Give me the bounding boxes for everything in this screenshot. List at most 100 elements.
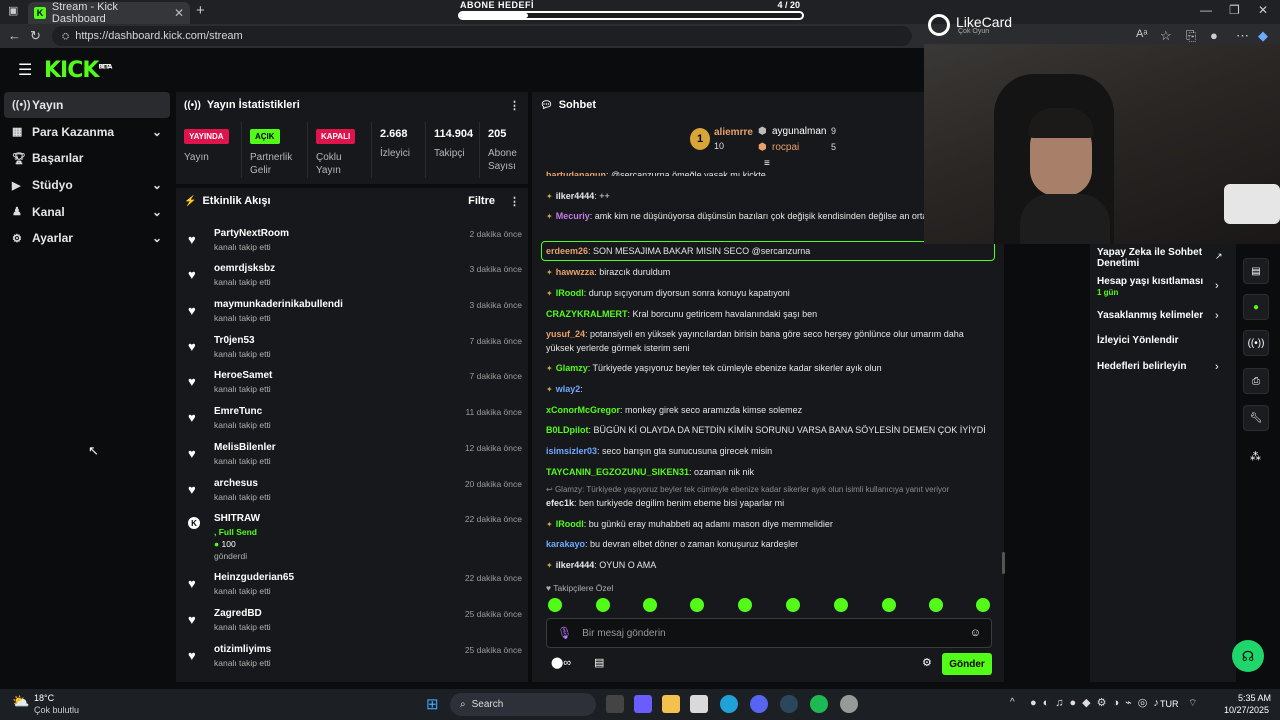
chat-message[interactable]: ✦ Mecuriy: amk kim ne düşünüyorsa düşünsü…	[546, 209, 986, 224]
chat-message[interactable]: efec1k: ben turkiyede degilim benim ebem…	[546, 496, 986, 510]
supporter-name[interactable]: rocpai	[772, 142, 799, 153]
chat-message[interactable]: ✦ lRoodl: bu günkü eray muhabbeti aq adam…	[546, 517, 986, 532]
emote-icon[interactable]	[976, 598, 990, 612]
activity-item[interactable]: ♥ MelisBilenler kanalı takip etti 12 dak…	[182, 440, 522, 474]
wrench-icon[interactable]: 🔧︎	[1243, 405, 1269, 431]
banned-words-item[interactable]: Yasaklanmış kelimeler	[1097, 310, 1203, 321]
tray-icons[interactable]: ●◐♫●◆⚙◑⌁◎♪	[1030, 696, 1165, 709]
store-icon[interactable]: ▤	[594, 656, 604, 669]
more-menu-icon[interactable]: ⋯	[1236, 28, 1249, 44]
edge-app-icon[interactable]	[720, 695, 738, 713]
url-field[interactable]: ⛭ https://dashboard.kick.com/stream	[52, 26, 912, 46]
read-aloud-icon[interactable]: Aᵃ	[1136, 28, 1147, 40]
emote-icon[interactable]	[643, 598, 657, 612]
microphone-icon[interactable]: 🎙︎	[557, 626, 572, 640]
clock-time[interactable]: 5:35 AM	[1238, 693, 1271, 703]
chat-username[interactable]: ilker4444	[556, 560, 595, 570]
new-tab-icon[interactable]: +	[196, 2, 205, 19]
sidebar-item-studyo[interactable]: ▶ Stüdyo ⌄	[4, 172, 170, 198]
more-options-icon[interactable]: ⋮	[509, 99, 520, 112]
copilot-app-icon[interactable]	[634, 695, 652, 713]
kick-coins-icon[interactable]: ⬤∞	[551, 656, 571, 669]
close-window-icon[interactable]: ✕	[1258, 3, 1268, 17]
filter-button[interactable]: Filtre	[468, 195, 495, 207]
chat-message[interactable]: B0LDpilot: BÜGÜN Kİ OLAYDA DA NETDİN KİM…	[546, 423, 986, 437]
activity-item[interactable]: ♥ PartyNextRoom kanalı takip etti 2 daki…	[182, 226, 522, 260]
site-info-icon[interactable]: ⛭	[62, 31, 69, 42]
activity-item[interactable]: ♥ otizimliyims kanalı takip etti 25 daki…	[182, 642, 522, 676]
chat-message[interactable]: bartudanagun: @sercanzurna ömeğle yasak …	[546, 168, 986, 176]
chat-message[interactable]: ✦ ilker4444: OYUN O AMA	[546, 558, 986, 573]
activity-item[interactable]: ♥ Heinzguderian65 kanalı takip etti 22 d…	[182, 570, 522, 604]
chat-username[interactable]: karakayo	[546, 539, 585, 549]
chat-message[interactable]: isimsizler03: seco barışın gta sunucusun…	[546, 444, 986, 458]
chevron-right-icon[interactable]: ›	[1215, 280, 1219, 292]
chat-username[interactable]: xConorMcGregor	[546, 405, 620, 415]
chat-username[interactable]: hawwzza	[556, 267, 595, 277]
hamburger-menu-icon[interactable]: ☰	[18, 60, 32, 80]
minimize-icon[interactable]: —	[1200, 3, 1212, 17]
chat-username[interactable]: Glamzy	[556, 363, 588, 373]
collections-icon[interactable]: ⎘	[1186, 28, 1196, 44]
chat-username[interactable]: bartudanagun	[546, 170, 606, 176]
profile-avatar[interactable]: ●	[1210, 28, 1218, 43]
supporter-name[interactable]: aygunalman	[772, 126, 826, 137]
chat-message[interactable]: karakayo: bu devran elbet döner o zaman …	[546, 537, 986, 551]
sidebar-item-kanal[interactable]: ♟ Kanal ⌄	[4, 199, 170, 225]
chat-message[interactable]: ✦ hawwzza: birazcık duruldum	[546, 265, 986, 280]
external-link-icon[interactable]: ↗	[1215, 251, 1223, 262]
chat-settings-icon[interactable]: ⚙	[922, 656, 932, 669]
activity-item[interactable]: ♥ ZagredBD kanalı takip etti 25 dakika ö…	[182, 606, 522, 640]
emote-icon[interactable]	[882, 598, 896, 612]
copilot-icon[interactable]: ◆	[1258, 28, 1268, 44]
chat-message[interactable]: ✦ lRoodl: durup sıçıyorum diyorsun sonra …	[546, 286, 986, 301]
emote-icon[interactable]	[929, 598, 943, 612]
activity-item[interactable]: ♥ maymunkaderinikabullendi kanalı takip …	[182, 297, 522, 331]
chat-username[interactable]: isimsizler03	[546, 446, 597, 456]
apps-icon[interactable]: ⁂	[1250, 450, 1261, 463]
emote-icon[interactable]	[738, 598, 752, 612]
sidebar-item-basarilar[interactable]: 🏆︎ Başarılar	[4, 145, 170, 171]
app-icon[interactable]	[840, 695, 858, 713]
refresh-icon[interactable]: ↻	[30, 28, 41, 44]
back-icon[interactable]: ←	[8, 28, 21, 43]
emote-icon[interactable]	[548, 598, 562, 612]
activity-item[interactable]: ♥ oemrdjsksbz kanalı takip etti 3 dakika…	[182, 261, 522, 295]
kick-logo[interactable]: KICKBETA	[44, 58, 112, 83]
chat-scrollbar[interactable]	[1002, 552, 1005, 574]
language-indicator[interactable]: TUR	[1160, 699, 1179, 709]
chat-username[interactable]: Mecuriy	[556, 211, 590, 221]
stat-multistream[interactable]: KAPALI Çoklu Yayın	[308, 122, 372, 178]
chat-username[interactable]: TAYCANIN_EGZOZUNU_SIKEN31	[546, 467, 689, 477]
emote-icon[interactable]	[690, 598, 704, 612]
close-tab-icon[interactable]: ✕	[174, 6, 184, 20]
sidebar-item-yayin[interactable]: ((•)) Yayın	[4, 92, 170, 118]
support-chat-icon[interactable]: ☊	[1232, 640, 1264, 672]
spotify-app-icon[interactable]	[810, 695, 828, 713]
activity-item[interactable]: ♥ Tr0jen53 kanalı takip etti 7 dakika ön…	[182, 333, 522, 367]
chat-message[interactable]: ✦ wlay2:	[546, 382, 986, 397]
ai-moderation-item[interactable]: Yapay Zeka ile Sohbet Denetimi	[1097, 247, 1213, 269]
discord-app-icon[interactable]	[750, 695, 768, 713]
clock-date[interactable]: 10/27/2025	[1224, 705, 1269, 715]
chat-message[interactable]: TAYCANIN_EGZOZUNU_SIKEN31: ozaman nik ni…	[546, 465, 986, 479]
maximize-icon[interactable]: ❐	[1229, 3, 1240, 17]
store-app-icon[interactable]	[690, 695, 708, 713]
windows-start-icon[interactable]: ⊞	[426, 695, 439, 713]
chat-message[interactable]: xConorMcGregor: monkey girek seco aramız…	[546, 403, 986, 417]
chat-username[interactable]: wlay2	[556, 384, 581, 394]
chat-input[interactable]: 🎙︎ Bir mesaj gönderin ☺	[546, 618, 992, 648]
printer-icon[interactable]: ⎙	[1243, 368, 1269, 394]
browser-tab[interactable]: K Stream - Kick Dashboard ✕	[28, 1, 190, 25]
network-icon[interactable]: ⌔	[1188, 697, 1197, 710]
more-options-icon[interactable]: ⋮	[509, 195, 520, 208]
emote-icon[interactable]	[596, 598, 610, 612]
sidebar-item-ayarlar[interactable]: ⚙ Ayarlar ⌄	[4, 225, 170, 251]
goals-item[interactable]: Hedefleri belirleyin	[1097, 361, 1186, 372]
broadcast-icon[interactable]: ((•))	[1243, 330, 1269, 356]
host-item[interactable]: İzleyici Yönlendir	[1097, 335, 1179, 346]
emoji-icon[interactable]: ☺	[970, 627, 981, 639]
account-age-item[interactable]: Hesap yaşı kısıtlaması	[1097, 276, 1203, 287]
file-explorer-icon[interactable]	[662, 695, 680, 713]
activity-item-send[interactable]: K SHITRAW , Full Send ● 100 gönderdi 22 …	[182, 511, 522, 561]
